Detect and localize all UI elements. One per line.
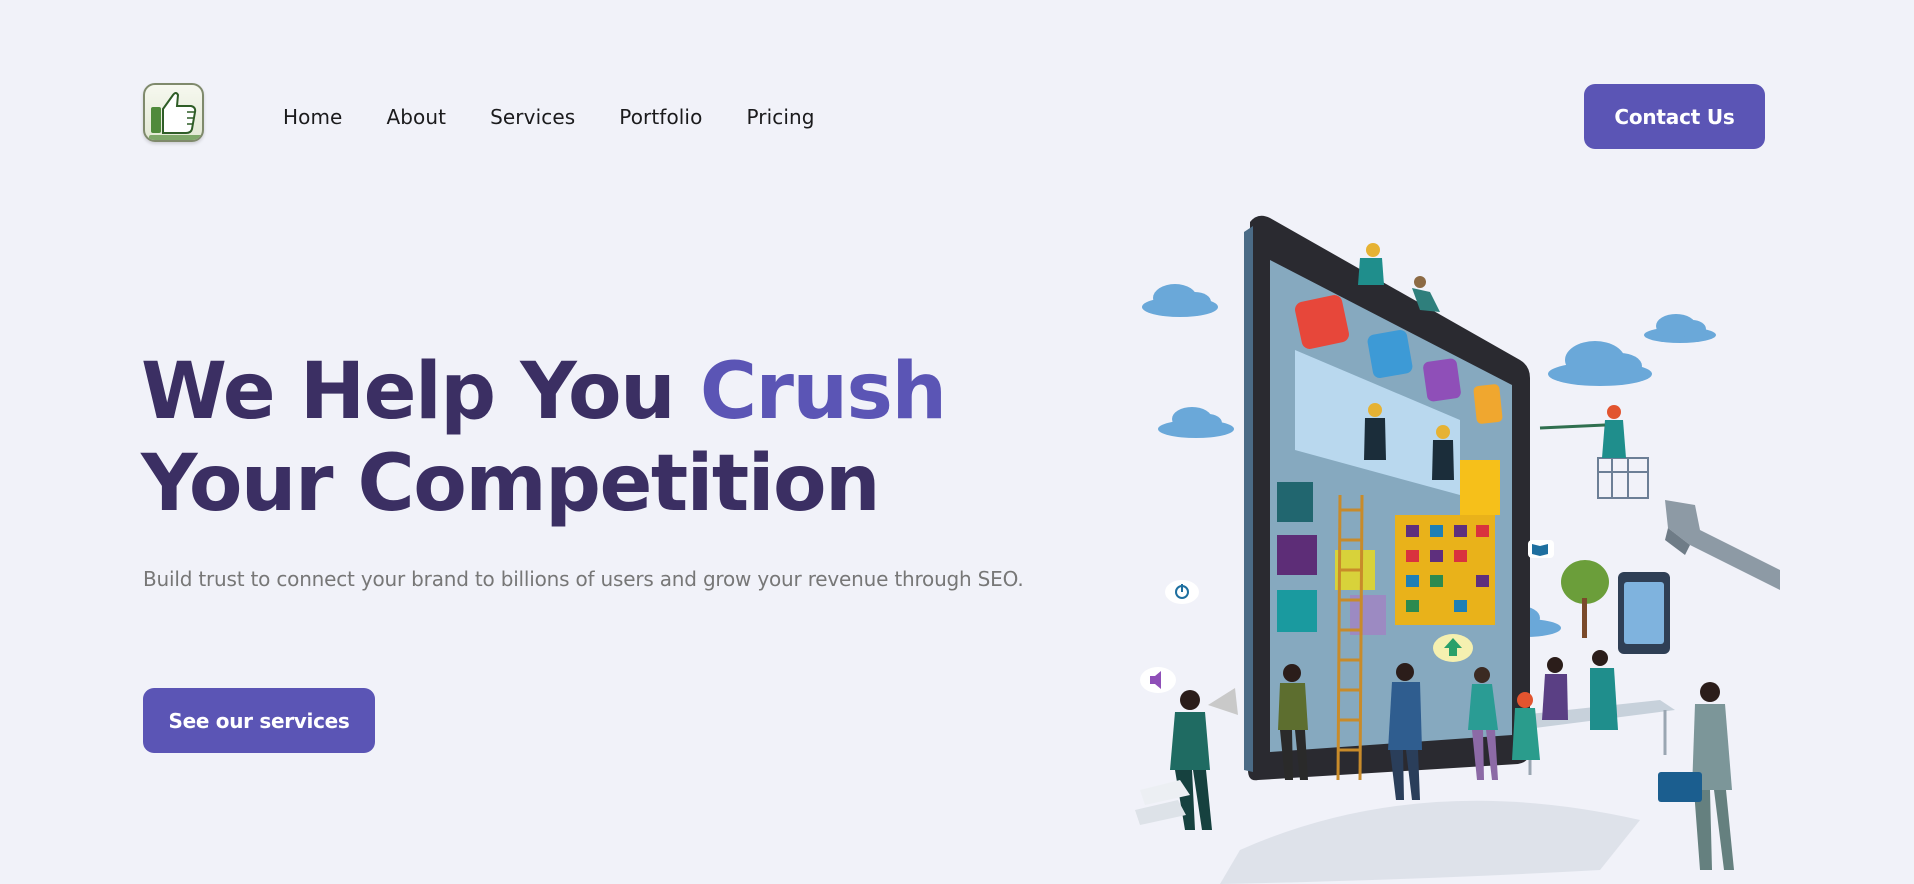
hero-title: We Help You Crush Your Competition: [141, 346, 1121, 530]
nav-about[interactable]: About: [386, 103, 446, 131]
upload-icon: [1433, 634, 1473, 662]
see-services-button[interactable]: See our services: [143, 688, 375, 753]
hero-title-part1: We Help You: [141, 347, 700, 437]
hero-title-accent: Crush: [699, 347, 947, 437]
logo[interactable]: [143, 83, 204, 142]
power-icon: [1165, 580, 1199, 604]
nav-home[interactable]: Home: [283, 103, 342, 131]
main-nav: Home About Services Portfolio Pricing: [283, 103, 859, 131]
thumbs-up-icon: [149, 92, 202, 140]
hero-subtitle: Build trust to connect your brand to bil…: [143, 567, 1024, 591]
book-icon: [1528, 540, 1554, 558]
nav-services[interactable]: Services: [490, 103, 575, 131]
speaker-icon: [1140, 667, 1176, 693]
nav-portfolio[interactable]: Portfolio: [619, 103, 702, 131]
scaffold: [1597, 457, 1649, 499]
hero-title-part2: Your Competition: [141, 439, 881, 529]
contact-us-button[interactable]: Contact Us: [1584, 84, 1765, 149]
tablet-teamwork-illustration: [1135, 215, 1780, 884]
nav-pricing[interactable]: Pricing: [746, 103, 814, 131]
